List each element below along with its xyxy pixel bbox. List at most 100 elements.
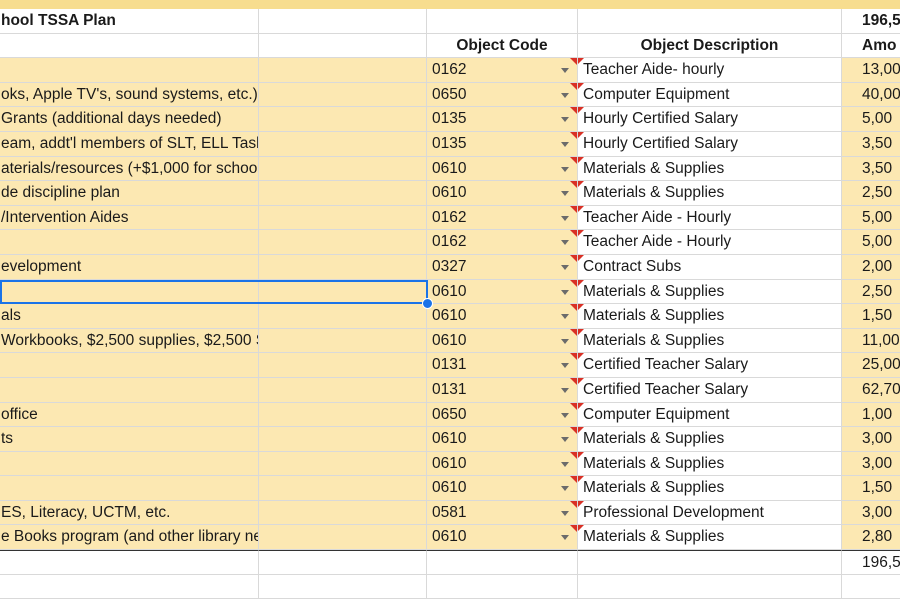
amount-cell[interactable]: 5,00 — [842, 205, 900, 231]
object-description-cell[interactable]: Certified Teacher Salary — [578, 377, 842, 403]
object-description-cell[interactable]: Professional Development — [578, 500, 842, 526]
amount-cell[interactable]: 1,50 — [842, 304, 900, 329]
activity-cell-overflow[interactable] — [259, 451, 427, 477]
dropdown-arrow-icon[interactable] — [561, 141, 569, 147]
object-description-cell[interactable]: Hourly Certified Salary — [578, 131, 842, 157]
activity-cell-overflow[interactable] — [259, 58, 427, 83]
object-description-cell[interactable]: Materials & Supplies — [578, 525, 842, 551]
activity-cell[interactable]: eam, addt'l members of SLT, ELL Task For… — [0, 131, 259, 157]
empty-cell[interactable] — [259, 9, 427, 34]
activity-cell-overflow[interactable] — [259, 476, 427, 501]
activity-cell[interactable]: als — [0, 304, 259, 329]
activity-cell-overflow[interactable] — [259, 377, 427, 403]
dropdown-arrow-icon[interactable] — [561, 461, 569, 467]
activity-cell[interactable] — [0, 377, 259, 403]
amount-cell[interactable]: 2,50 — [842, 181, 900, 206]
activity-cell[interactable] — [0, 58, 259, 83]
empty-cell[interactable] — [427, 9, 578, 34]
activity-cell-overflow[interactable] — [259, 230, 427, 255]
object-description-cell[interactable]: Materials & Supplies — [578, 476, 842, 501]
activity-cell[interactable]: de discipline plan — [0, 181, 259, 206]
empty-cell[interactable] — [427, 574, 578, 600]
activity-cell[interactable]: aterials/resources (+$1,000 for school c… — [0, 156, 259, 182]
object-code-dropdown[interactable]: 0610 — [427, 476, 578, 501]
object-description-cell[interactable]: Teacher Aide - Hourly — [578, 205, 842, 231]
amount-cell[interactable]: 13,00 — [842, 58, 900, 83]
object-code-dropdown[interactable]: 0610 — [427, 279, 578, 305]
activity-cell[interactable]: Workbooks, $2,500 supplies, $2,500 SpEd) — [0, 328, 259, 354]
activity-cell[interactable] — [0, 451, 259, 477]
activity-cell[interactable]: /Intervention Aides — [0, 205, 259, 231]
dropdown-arrow-icon[interactable] — [561, 437, 569, 443]
title-cell[interactable]: hool TSSA Plan — [0, 9, 259, 34]
activity-cell-overflow[interactable] — [259, 353, 427, 378]
object-description-cell[interactable]: Materials & Supplies — [578, 328, 842, 354]
dropdown-arrow-icon[interactable] — [561, 166, 569, 172]
activity-cell[interactable]: Grants (additional days needed) — [0, 107, 259, 132]
dropdown-arrow-icon[interactable] — [561, 264, 569, 270]
header-object-description[interactable]: Object Description — [578, 33, 842, 59]
activity-cell[interactable]: ES, Literacy, UCTM, etc. — [0, 500, 259, 526]
amount-cell[interactable]: 1,00 — [842, 402, 900, 428]
empty-cell[interactable] — [0, 550, 259, 575]
grand-total-cell[interactable]: 196,5 — [842, 550, 900, 575]
object-code-dropdown[interactable]: 0610 — [427, 304, 578, 329]
dropdown-arrow-icon[interactable] — [561, 535, 569, 541]
object-code-dropdown[interactable]: 0610 — [427, 427, 578, 452]
amount-cell[interactable]: 11,00 — [842, 328, 900, 354]
activity-cell-overflow[interactable] — [259, 500, 427, 526]
dropdown-arrow-icon[interactable] — [561, 191, 569, 197]
activity-cell-overflow[interactable] — [259, 328, 427, 354]
activity-cell-overflow[interactable] — [259, 205, 427, 231]
dropdown-arrow-icon[interactable] — [561, 92, 569, 98]
amount-cell[interactable]: 3,00 — [842, 451, 900, 477]
activity-cell[interactable]: e Books program (and other library needs… — [0, 525, 259, 551]
object-description-cell[interactable]: Materials & Supplies — [578, 427, 842, 452]
empty-cell[interactable] — [259, 33, 427, 59]
amount-cell[interactable]: 3,50 — [842, 156, 900, 182]
title-total-cell[interactable]: 196,5 — [842, 9, 900, 34]
object-description-cell[interactable]: Hourly Certified Salary — [578, 107, 842, 132]
fill-handle[interactable] — [422, 298, 433, 309]
activity-cell[interactable]: ts — [0, 427, 259, 452]
empty-cell[interactable] — [0, 33, 259, 59]
object-description-cell[interactable]: Computer Equipment — [578, 82, 842, 108]
object-code-dropdown[interactable]: 0162 — [427, 230, 578, 255]
activity-cell-overflow[interactable] — [259, 304, 427, 329]
object-code-dropdown[interactable]: 0610 — [427, 328, 578, 354]
activity-cell-overflow[interactable] — [259, 402, 427, 428]
dropdown-arrow-icon[interactable] — [561, 486, 569, 492]
empty-cell[interactable] — [259, 550, 427, 575]
object-description-cell[interactable]: Materials & Supplies — [578, 181, 842, 206]
empty-cell[interactable] — [578, 574, 842, 600]
activity-cell[interactable]: office — [0, 402, 259, 428]
activity-cell-overflow[interactable] — [259, 279, 427, 305]
object-description-cell[interactable]: Certified Teacher Salary — [578, 353, 842, 378]
activity-cell-overflow[interactable] — [259, 525, 427, 551]
dropdown-arrow-icon[interactable] — [561, 117, 569, 123]
object-code-dropdown[interactable]: 0610 — [427, 156, 578, 182]
empty-cell[interactable] — [578, 9, 842, 34]
empty-cell[interactable] — [578, 550, 842, 575]
amount-cell[interactable]: 3,50 — [842, 131, 900, 157]
object-description-cell[interactable]: Materials & Supplies — [578, 451, 842, 477]
amount-cell[interactable]: 3,00 — [842, 427, 900, 452]
object-code-dropdown[interactable]: 0610 — [427, 181, 578, 206]
empty-cell[interactable] — [427, 550, 578, 575]
dropdown-arrow-icon[interactable] — [561, 412, 569, 418]
header-object-code[interactable]: Object Code — [427, 33, 578, 59]
amount-cell[interactable]: 40,00 — [842, 82, 900, 108]
amount-cell[interactable]: 1,50 — [842, 476, 900, 501]
object-description-cell[interactable]: Contract Subs — [578, 254, 842, 280]
object-description-cell[interactable]: Teacher Aide- hourly — [578, 58, 842, 83]
empty-cell[interactable] — [842, 575, 900, 600]
empty-cell[interactable] — [259, 574, 427, 600]
object-code-dropdown[interactable]: 0131 — [427, 353, 578, 378]
object-code-dropdown[interactable]: 0162 — [427, 205, 578, 231]
dropdown-arrow-icon[interactable] — [561, 240, 569, 246]
empty-cell[interactable] — [0, 574, 259, 600]
object-code-dropdown[interactable]: 0135 — [427, 131, 578, 157]
activity-cell[interactable] — [0, 476, 259, 501]
object-code-dropdown[interactable]: 0131 — [427, 377, 578, 403]
amount-cell[interactable]: 5,00 — [842, 107, 900, 132]
